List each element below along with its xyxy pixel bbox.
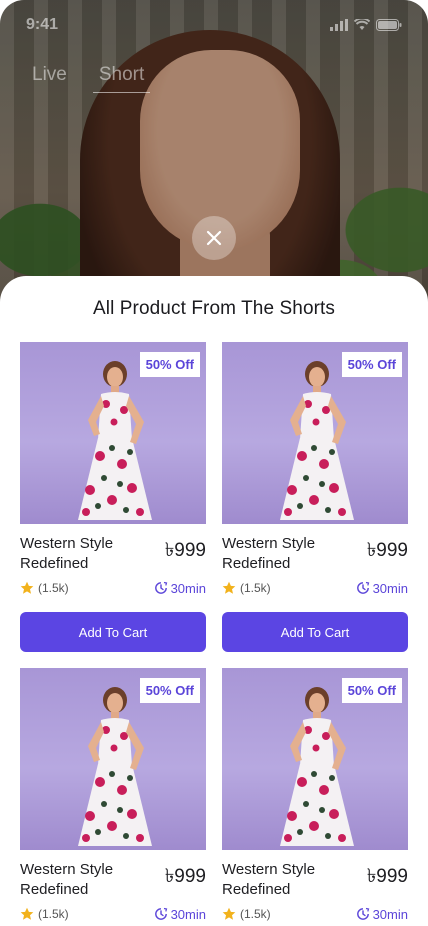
tab-short[interactable]: Short bbox=[92, 64, 151, 93]
product-price: ৳999 bbox=[366, 866, 408, 887]
add-to-cart-button[interactable]: Add To Cart bbox=[222, 612, 408, 652]
status-icons bbox=[330, 19, 402, 31]
timer-icon bbox=[356, 581, 369, 594]
product-card[interactable]: 50% Off Western Style Redefined ৳999 (1.… bbox=[222, 342, 408, 652]
delivery-time: 30min bbox=[154, 907, 206, 922]
timer-icon bbox=[154, 581, 167, 594]
status-time: 9:41 bbox=[26, 16, 59, 33]
model-figure bbox=[78, 361, 152, 520]
signal-icon bbox=[330, 19, 348, 31]
tab-live[interactable]: Live bbox=[32, 64, 67, 93]
delivery-time: 30min bbox=[356, 581, 408, 596]
product-rating: (1.5k) bbox=[20, 581, 69, 595]
discount-badge: 50% Off bbox=[139, 352, 200, 377]
product-card[interactable]: 50% Off Western Style Redefined ৳999 (1.… bbox=[222, 668, 408, 924]
product-rating: (1.5k) bbox=[222, 907, 271, 921]
model-figure bbox=[78, 687, 152, 846]
rating-count: (1.5k) bbox=[38, 907, 69, 921]
model-figure bbox=[280, 361, 354, 520]
delivery-time-label: 30min bbox=[170, 906, 206, 922]
product-card[interactable]: 50% Off Western Style Redefined ৳999 (1.… bbox=[20, 668, 206, 924]
product-rating: (1.5k) bbox=[222, 581, 271, 595]
add-to-cart-button[interactable]: Add To Cart bbox=[20, 612, 206, 652]
discount-badge: 50% Off bbox=[139, 678, 200, 703]
delivery-time-label: 30min bbox=[372, 906, 408, 922]
timer-icon bbox=[356, 907, 369, 920]
discount-badge: 50% Off bbox=[341, 678, 402, 703]
discount-badge: 50% Off bbox=[341, 352, 402, 377]
product-rating: (1.5k) bbox=[20, 907, 69, 921]
star-icon bbox=[20, 907, 34, 920]
star-icon bbox=[222, 907, 236, 920]
product-name: Western Style Redefined bbox=[20, 535, 114, 572]
product-image[interactable]: 50% Off bbox=[222, 342, 408, 524]
product-image[interactable]: 50% Off bbox=[20, 668, 206, 850]
rating-count: (1.5k) bbox=[38, 581, 69, 595]
product-name: Western Style Redefined bbox=[222, 535, 316, 572]
delivery-time: 30min bbox=[356, 907, 408, 922]
product-name: Western Style Redefined bbox=[222, 861, 316, 898]
product-image[interactable]: 50% Off bbox=[222, 668, 408, 850]
close-button[interactable] bbox=[192, 216, 236, 260]
star-icon bbox=[20, 581, 34, 594]
rating-count: (1.5k) bbox=[240, 907, 271, 921]
product-price: ৳999 bbox=[164, 866, 206, 887]
close-icon bbox=[206, 230, 222, 246]
product-price: ৳999 bbox=[164, 540, 206, 561]
wifi-icon bbox=[354, 19, 370, 30]
rating-count: (1.5k) bbox=[240, 581, 271, 595]
timer-icon bbox=[154, 907, 167, 920]
delivery-time-label: 30min bbox=[372, 580, 408, 596]
delivery-time-label: 30min bbox=[170, 580, 206, 596]
status-bar: 9:41 bbox=[0, 0, 428, 50]
product-image[interactable]: 50% Off bbox=[20, 342, 206, 524]
product-name: Western Style Redefined bbox=[20, 861, 114, 898]
model-figure bbox=[280, 687, 354, 846]
sheet-title: All Product From The Shorts bbox=[92, 298, 336, 319]
delivery-time: 30min bbox=[154, 581, 206, 596]
product-card[interactable]: 50% Off Western Style Redefined ৳999 (1.… bbox=[20, 342, 206, 652]
video-tabs: Live Short bbox=[32, 64, 151, 93]
products-sheet: All Product From The Shorts 50% Off West… bbox=[0, 276, 428, 926]
product-price: ৳999 bbox=[366, 540, 408, 561]
product-grid: 50% Off Western Style Redefined ৳999 (1.… bbox=[20, 342, 408, 924]
battery-icon bbox=[376, 19, 402, 31]
star-icon bbox=[222, 581, 236, 594]
